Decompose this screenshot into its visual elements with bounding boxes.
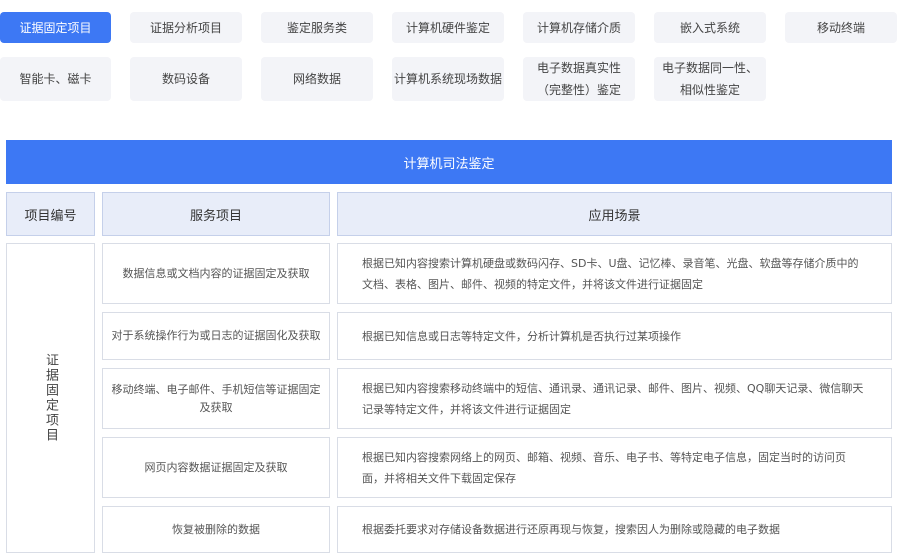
tab-evidence-fixing[interactable]: 证据固定项目	[0, 12, 111, 43]
service-text: 移动终端、电子邮件、手机短信等证据固定及获取	[111, 382, 321, 414]
header-application-scene: 应用场景	[337, 192, 892, 236]
scene-text: 根据委托要求对存储设备数据进行还原再现与恢复，搜索因人为删除或隐藏的电子数据	[362, 523, 780, 536]
table-row-service: 恢复被删除的数据	[102, 506, 330, 553]
tab-data-identity[interactable]: 电子数据同一性、相似性鉴定	[654, 57, 766, 101]
header-service-item: 服务项目	[102, 192, 330, 236]
tab-mobile-terminal[interactable]: 移动终端	[785, 12, 897, 43]
table-row-service: 数据信息或文档内容的证据固定及获取	[102, 243, 330, 304]
scene-text: 根据已知内容搜索移动终端中的短信、通讯录、通讯记录、邮件、图片、视频、QQ聊天记…	[362, 381, 864, 416]
group-label: 证据固定项目	[43, 353, 58, 443]
scene-text: 根据已知信息或日志等特定文件，分析计算机是否执行过某项操作	[362, 329, 681, 343]
table-row-scene: 根据已知内容搜索计算机硬盘或数码闪存、SD卡、U盘、记忆棒、录音笔、光盘、软盘等…	[337, 243, 892, 304]
table-row-service: 移动终端、电子邮件、手机短信等证据固定及获取	[102, 368, 330, 429]
section-banner: 计算机司法鉴定	[6, 140, 892, 184]
service-text: 恢复被删除的数据	[172, 522, 260, 536]
group-cell: 证据固定项目	[6, 243, 95, 553]
table-row-scene: 根据委托要求对存储设备数据进行还原再现与恢复，搜索因人为删除或隐藏的电子数据	[337, 506, 892, 553]
tab-digital-devices[interactable]: 数码设备	[130, 57, 242, 101]
header-service-item-label: 服务项目	[189, 208, 242, 224]
tab-computer-hardware[interactable]: 计算机硬件鉴定	[392, 12, 504, 43]
table-row-service: 对于系统操作行为或日志的证据固化及获取	[102, 312, 330, 360]
header-item-number-label: 项目编号	[24, 208, 77, 224]
service-text: 数据信息或文档内容的证据固定及获取	[122, 266, 310, 280]
tab-data-authenticity[interactable]: 电子数据真实性（完整性）鉴定	[523, 57, 635, 101]
service-text: 网页内容数据证据固定及获取	[144, 460, 288, 474]
tab-storage-media[interactable]: 计算机存储介质	[523, 12, 635, 43]
tab-smart-card[interactable]: 智能卡、磁卡	[0, 57, 111, 101]
tab-system-onsite-data[interactable]: 计算机系统现场数据	[392, 57, 504, 101]
service-text: 对于系统操作行为或日志的证据固化及获取	[111, 329, 321, 342]
header-item-number: 项目编号	[6, 192, 95, 236]
table-row-scene: 根据已知内容搜索网络上的网页、邮箱、视频、音乐、电子书、等特定电子信息，固定当时…	[337, 437, 892, 498]
tab-network-data[interactable]: 网络数据	[261, 57, 373, 101]
section-title: 计算机司法鉴定	[403, 156, 495, 172]
scene-text: 根据已知内容搜索计算机硬盘或数码闪存、SD卡、U盘、记忆棒、录音笔、光盘、软盘等…	[362, 256, 859, 291]
header-application-scene-label: 应用场景	[588, 208, 641, 224]
scene-text: 根据已知内容搜索网络上的网页、邮箱、视频、音乐、电子书、等特定电子信息，固定当时…	[362, 450, 846, 485]
tab-appraisal-services[interactable]: 鉴定服务类	[261, 12, 373, 43]
table-row-service: 网页内容数据证据固定及获取	[102, 437, 330, 498]
tab-evidence-analysis[interactable]: 证据分析项目	[130, 12, 242, 43]
table-row-scene: 根据已知信息或日志等特定文件，分析计算机是否执行过某项操作	[337, 312, 892, 360]
tab-embedded-systems[interactable]: 嵌入式系统	[654, 12, 766, 43]
table-row-scene: 根据已知内容搜索移动终端中的短信、通讯录、通讯记录、邮件、图片、视频、QQ聊天记…	[337, 368, 892, 429]
